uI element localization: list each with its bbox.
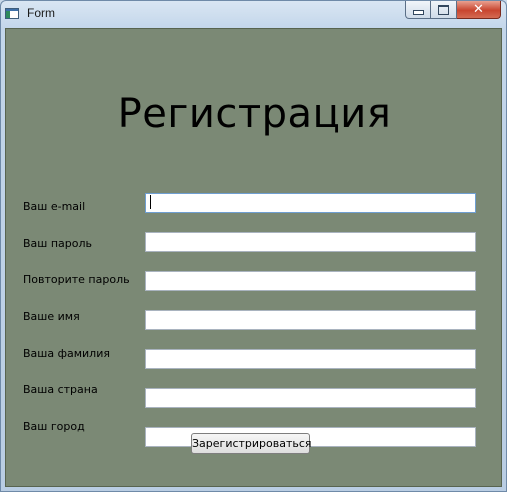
password-label: Ваш пароль <box>23 237 93 250</box>
window-title: Form <box>27 6 55 20</box>
form-heading: Регистрация <box>117 91 392 137</box>
last-name-label: Ваша фамилия <box>23 347 110 360</box>
text-caret <box>150 195 151 209</box>
first-name-field[interactable] <box>145 310 476 330</box>
app-window: Form ✕ Регистрация Ваш e-mail Ваш пароль… <box>0 0 507 492</box>
password-repeat-field[interactable] <box>145 271 476 291</box>
title-bar[interactable]: Form ✕ <box>1 1 506 27</box>
register-button[interactable]: Зарегистрироваться <box>191 433 312 454</box>
email-label: Ваш e-mail <box>23 200 86 213</box>
maximize-button[interactable] <box>431 1 457 19</box>
country-label: Ваша страна <box>23 383 98 396</box>
password-repeat-label: Повторите пароль <box>23 273 130 286</box>
close-icon: ✕ <box>473 2 484 17</box>
registration-form: Регистрация Ваш e-mail Ваш пароль Повтор… <box>5 28 502 487</box>
email-field[interactable] <box>145 193 476 213</box>
close-button[interactable]: ✕ <box>457 1 501 19</box>
country-field[interactable] <box>145 388 476 408</box>
last-name-field[interactable] <box>145 349 476 369</box>
app-icon <box>5 8 19 19</box>
first-name-label: Ваше имя <box>23 310 80 323</box>
maximize-icon <box>438 4 449 15</box>
minimize-button[interactable] <box>405 1 431 19</box>
minimize-icon <box>412 10 424 15</box>
password-field[interactable] <box>145 232 476 252</box>
city-label: Ваш город <box>23 420 85 433</box>
caption-buttons: ✕ <box>405 1 501 20</box>
